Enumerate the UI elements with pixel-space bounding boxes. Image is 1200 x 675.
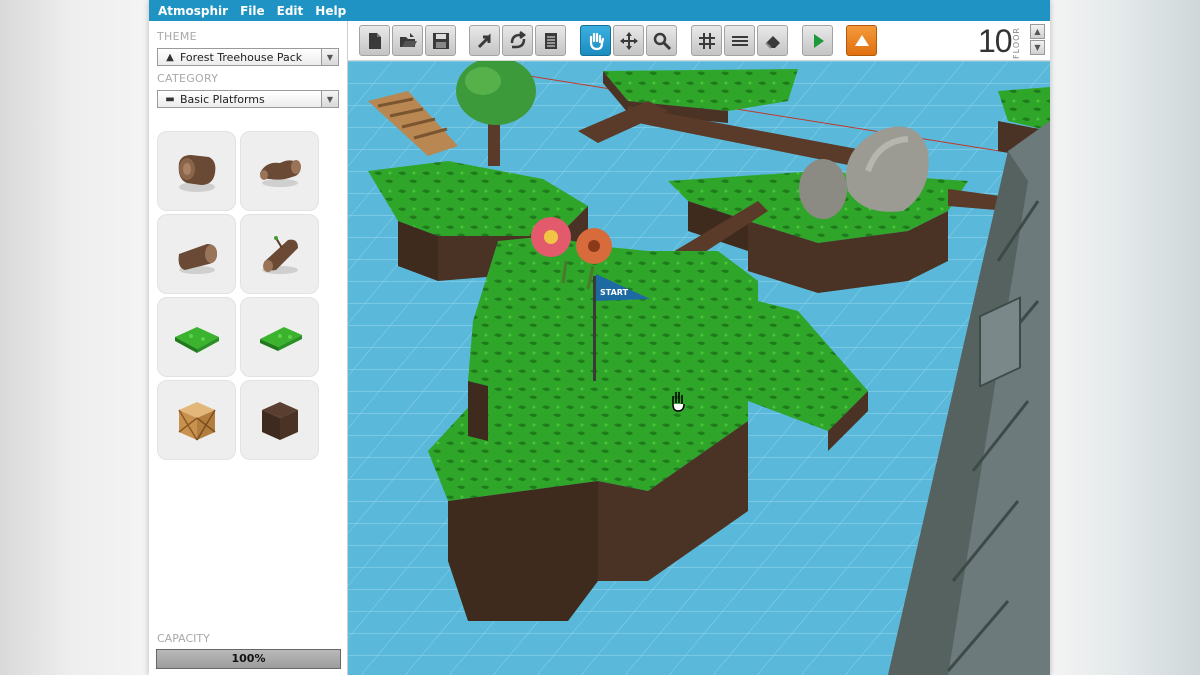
grass-tile-angled-icon [259, 327, 302, 351]
app-name: Atmosphir [158, 3, 229, 18]
log-bent-icon [259, 160, 301, 187]
floor-down-button[interactable]: ▼ [1030, 40, 1045, 55]
theme-value: Forest Treehouse Pack [180, 50, 303, 64]
menu-bar: Atmosphir File Edit Help [149, 0, 1050, 21]
toolbar: 10 FLOOR ▲ ▼ [348, 21, 1050, 61]
flag-label: START [600, 288, 629, 297]
list-icon [544, 32, 557, 49]
properties-button[interactable] [535, 25, 566, 56]
document-icon [368, 32, 381, 49]
lines-icon [731, 35, 748, 46]
tree-icon: ▲ [166, 51, 174, 63]
asset-tile-dark-crate[interactable] [240, 380, 319, 460]
theme-label: THEME [157, 30, 197, 43]
capacity-bar: 100% [156, 649, 341, 669]
scene-canvas[interactable]: START [348, 61, 1050, 675]
menu-edit[interactable]: Edit [277, 4, 304, 18]
asset-tile-log-bent[interactable] [240, 131, 319, 211]
dark-crate-icon [261, 402, 298, 440]
align-button[interactable] [724, 25, 755, 56]
rotate-arrows-icon [510, 30, 526, 48]
select-button[interactable] [469, 25, 500, 56]
asset-tile-log-short[interactable] [157, 214, 236, 294]
log-branch-icon [261, 236, 298, 274]
move-tool-button[interactable] [613, 25, 644, 56]
rotate-button[interactable] [502, 25, 533, 56]
category-dropdown[interactable]: ▬ Basic Platforms ▼ [157, 90, 339, 108]
platform-icon: ▬ [165, 93, 175, 105]
eraser-icon [764, 35, 780, 49]
asset-grid [157, 131, 321, 460]
eraser-button[interactable] [757, 25, 788, 56]
floor-number: 10 [978, 23, 1013, 59]
chevron-up-icon: ▲ [1034, 27, 1041, 36]
grass-tile-flat-icon [174, 327, 219, 353]
asset-tile-grass-flat[interactable] [157, 297, 236, 377]
magnifier-icon [653, 32, 671, 50]
floor-label: FLOOR [1012, 27, 1021, 59]
asset-tile-wooden-crate[interactable] [157, 380, 236, 460]
grid-icon [698, 32, 715, 49]
open-button[interactable] [392, 25, 423, 56]
play-icon [813, 33, 824, 48]
wooden-crate-icon [177, 402, 216, 441]
capacity-text: 100% [231, 652, 266, 665]
menu-file[interactable]: File [240, 4, 265, 18]
arrow-cursor-icon [477, 32, 490, 48]
chevron-down-icon[interactable]: ▼ [321, 91, 338, 107]
floppy-disk-icon [432, 32, 449, 49]
asset-tile-log-stump[interactable] [157, 131, 236, 211]
up-triangle-icon [854, 34, 869, 46]
level-viewport[interactable]: START [348, 61, 1050, 675]
asset-tile-log-branch[interactable] [240, 214, 319, 294]
log-short-icon [178, 244, 217, 274]
app-window: Atmosphir File Edit Help THEME ▲ Forest … [149, 0, 1050, 675]
folder-open-icon [399, 32, 417, 47]
zoom-tool-button[interactable] [646, 25, 677, 56]
asset-tile-grass-angled[interactable] [240, 297, 319, 377]
chevron-down-icon[interactable]: ▼ [321, 49, 338, 65]
menu-help[interactable]: Help [315, 4, 346, 18]
capacity-label: CAPACITY [157, 632, 210, 645]
hand-icon [589, 32, 604, 50]
theme-dropdown[interactable]: ▲ Forest Treehouse Pack ▼ [157, 48, 339, 66]
log-stump-icon [178, 155, 215, 192]
grid-toggle-button[interactable] [691, 25, 722, 56]
category-label: CATEGORY [157, 72, 219, 85]
hand-tool-button[interactable] [580, 25, 611, 56]
save-button[interactable] [425, 25, 456, 56]
new-document-button[interactable] [359, 25, 390, 56]
palette-panel: THEME ▲ Forest Treehouse Pack ▼ CATEGORY… [149, 21, 348, 675]
chevron-down-icon: ▼ [1034, 43, 1041, 52]
category-value: Basic Platforms [180, 92, 265, 106]
floor-up-button[interactable]: ▲ [1030, 24, 1045, 39]
upload-button[interactable] [846, 25, 877, 56]
move-arrows-icon [619, 31, 638, 50]
play-button[interactable] [802, 25, 833, 56]
